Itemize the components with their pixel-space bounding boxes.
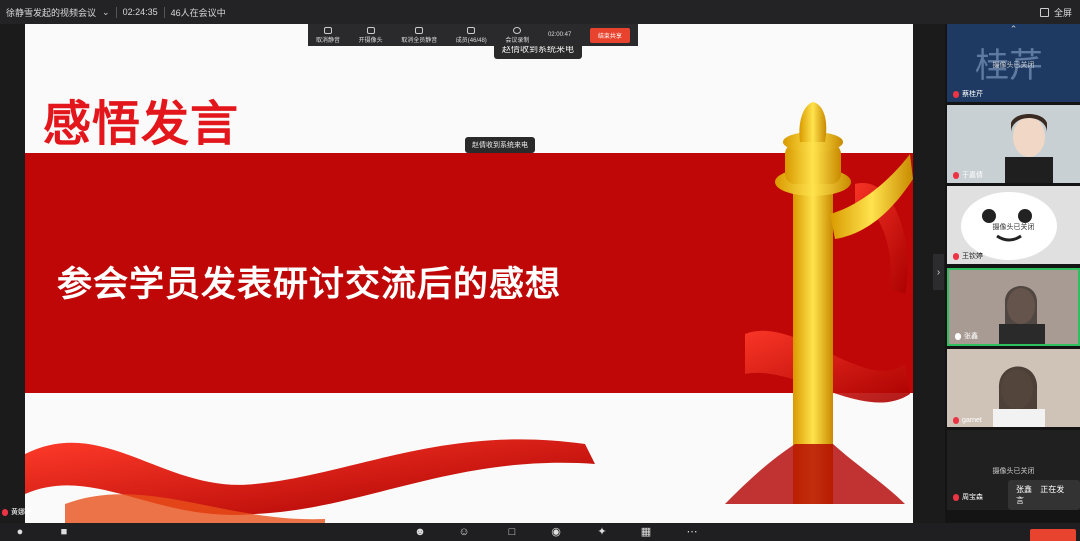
ribbon-illustration <box>25 439 595 523</box>
chevron-up-icon[interactable]: ⌃ <box>947 24 1080 35</box>
slide-title: 感悟发言 <box>43 98 240 151</box>
mic-muted-icon <box>953 417 959 424</box>
record-button[interactable]: 会议录制 <box>505 26 529 44</box>
share-timer: 02:00:47 <box>547 32 572 38</box>
sidebar-toggle[interactable]: › <box>933 254 944 290</box>
chevron-right-icon: › <box>936 266 941 278</box>
camera-off-label: 摄像头已关闭 <box>992 62 1035 69</box>
camera-icon <box>366 26 375 34</box>
participant-name: 王钦婷 <box>962 253 983 260</box>
participant-name: 于嘉倩 <box>962 172 983 179</box>
record-icon <box>513 26 522 34</box>
camera-icon[interactable]: ■ <box>58 526 70 538</box>
participant-sidebar: ⌃ 桂芹 摄像头已关闭 蔡桂芹 于嘉倩 摄像头已关闭 王钦婷 张鑫 garnet… <box>945 24 1080 523</box>
huabiao-pillar-illustration <box>725 102 913 504</box>
unmute-all-button[interactable]: 取消全员静音 <box>401 26 437 44</box>
members-button[interactable]: 成员(46/48) <box>456 26 487 44</box>
mic-muted-icon <box>953 90 959 98</box>
presenter-name: 黄娜漫 <box>11 509 32 516</box>
mic-icon[interactable]: ● <box>14 526 26 538</box>
mic-muted-icon <box>953 171 959 179</box>
shared-screen: 感悟发言 参会学员发表研讨交流后的感想 <box>25 24 913 523</box>
end-meeting-button[interactable] <box>1030 529 1076 541</box>
mic-muted-icon <box>2 508 8 516</box>
invite-icon[interactable]: ☻ <box>414 526 426 538</box>
participant-tile-active[interactable]: 张鑫 <box>947 268 1080 346</box>
speaker-name: 张鑫 <box>1016 485 1032 494</box>
apps-icon[interactable]: ▦ <box>640 526 652 538</box>
participant-tile[interactable]: garnet <box>947 349 1080 427</box>
slide-subtitle: 参会学员发表研讨交流后的感想 <box>57 265 562 304</box>
divider <box>163 6 165 18</box>
end-share-button[interactable]: 结束共享 <box>589 27 630 43</box>
participant-tile[interactable]: ⌃ 桂芹 摄像头已关闭 蔡桂芹 <box>947 24 1080 102</box>
camera-off-label: 摄像头已关闭 <box>992 468 1035 475</box>
members-icon[interactable]: ☺ <box>458 526 470 538</box>
camera-button[interactable]: 开摄像头 <box>359 26 383 44</box>
mic-icon <box>324 26 332 34</box>
fullscreen-icon <box>1039 7 1049 17</box>
camera-off-label: 摄像头已关闭 <box>992 224 1035 231</box>
participant-name: 张鑫 <box>964 333 978 340</box>
divider <box>115 6 117 18</box>
system-call-tooltip-2: 赵倩收到系统来电 <box>465 137 535 153</box>
interaction-icon[interactable]: ✦ <box>596 526 608 538</box>
user-icon <box>467 26 476 34</box>
presenter-label: 黄娜漫 <box>2 507 32 517</box>
mic-icon <box>955 332 961 340</box>
fullscreen-label: 全屏 <box>1053 7 1072 18</box>
share-control-toolbar: 取消静音 开摄像头 取消全员静音 成员(46/48) 会议录制 02:00:47… <box>308 24 638 46</box>
meeting-timer: 02:24:35 <box>122 7 158 17</box>
active-speaker-indicator: 张鑫 正在发言 <box>1008 480 1080 510</box>
participant-tile[interactable]: 摄像头已关闭 王钦婷 <box>947 186 1080 264</box>
participant-name: garnet <box>962 417 982 424</box>
meeting-title[interactable]: 徐静雪发起的视频会议 <box>0 6 96 19</box>
participant-tile[interactable]: 于嘉倩 <box>947 105 1080 183</box>
participant-name: 蔡桂芹 <box>962 91 983 98</box>
meeting-controls-bar: ● ■ ☻ ☺ □ ◉ ✦ ▦ ⋯ <box>0 523 1080 541</box>
participant-count[interactable]: 46人在会议中 <box>171 6 226 19</box>
window-titlebar: 徐静雪发起的视频会议 ⌄ 02:24:35 46人在会议中 全屏 <box>0 0 1080 24</box>
fullscreen-button[interactable]: 全屏 <box>1039 0 1072 24</box>
users-icon <box>415 26 424 34</box>
unmute-button[interactable]: 取消静音 <box>316 26 340 44</box>
share-screen-icon[interactable]: □ <box>506 526 518 538</box>
chevron-down-icon[interactable]: ⌄ <box>102 7 110 18</box>
participant-video <box>947 349 1080 427</box>
mic-muted-icon <box>953 252 959 260</box>
record-icon[interactable]: ◉ <box>550 526 562 538</box>
mic-muted-icon <box>953 493 959 501</box>
more-icon[interactable]: ⋯ <box>686 526 698 538</box>
